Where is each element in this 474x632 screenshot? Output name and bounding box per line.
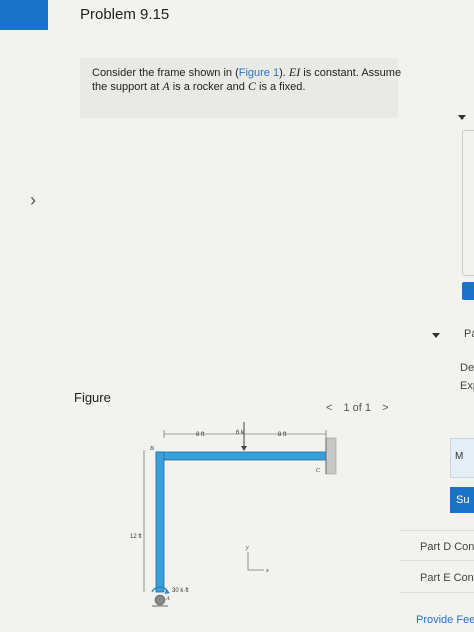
caret-down-icon-2[interactable]: [432, 333, 440, 338]
beam-bc: [155, 451, 327, 461]
submit-button-partial[interactable]: [462, 282, 474, 300]
divider: [400, 530, 474, 531]
support-c-symbol: C: [247, 79, 256, 93]
fixed-support-c: [325, 437, 337, 475]
frame-figure: 6 k 8 ft 8 ft 12 ft B C A 30 k·ft y x: [130, 422, 337, 607]
caret-down-icon[interactable]: [458, 115, 466, 120]
figure-page-indicator: 1 of 1: [343, 402, 372, 414]
node-a-label: A: [165, 596, 170, 602]
axis-x-label: x: [265, 568, 269, 574]
axis-y-label: y: [245, 545, 249, 551]
answer-input-partial[interactable]: M: [450, 438, 474, 478]
column-ab: [155, 451, 165, 593]
answer-input-label: M: [455, 451, 464, 462]
dimension-label-2: 8 ft: [278, 432, 287, 438]
divider-2: [400, 560, 474, 561]
problem-text-5: is a fixed.: [255, 81, 306, 93]
next-figure-button[interactable]: >: [382, 402, 388, 414]
dimension-label-1: 8 ft: [196, 432, 205, 438]
support-a-symbol: A: [162, 79, 170, 93]
prev-figure-button[interactable]: <: [326, 402, 332, 414]
provide-feedback-link[interactable]: Provide Feed: [416, 614, 474, 626]
part-d-heading[interactable]: Part D Con: [420, 541, 474, 553]
rocker-support-a: [154, 594, 166, 606]
divider-3: [400, 592, 474, 593]
problem-text-4: is a rocker and: [169, 81, 248, 93]
determine-text: Det: [460, 362, 474, 374]
figure-link[interactable]: Figure 1: [239, 67, 279, 79]
figure-pager: < 1 of 1 >: [326, 402, 397, 414]
node-c-label: C: [316, 468, 321, 474]
ei-symbol: EI: [288, 65, 301, 79]
problem-text-2: ).: [279, 67, 289, 79]
express-text: Exp: [460, 380, 474, 392]
part-e-heading[interactable]: Part E Con: [420, 572, 474, 584]
sidebar-tab[interactable]: [0, 0, 48, 30]
part-heading[interactable]: Pa: [464, 328, 474, 340]
height-label: 12 ft: [130, 534, 142, 540]
problem-text-1: Consider the frame shown in (: [92, 67, 239, 79]
answer-box-edge[interactable]: [462, 130, 474, 276]
right-panel: Pa Det Exp M Su Part D Con Part E Con Pr…: [400, 0, 474, 632]
load-label: 6 k: [236, 430, 245, 436]
problem-statement: Consider the frame shown in (Figure 1). …: [92, 66, 402, 94]
page-title: Problem 9.15: [80, 6, 170, 23]
chevron-right-icon[interactable]: ›: [30, 190, 36, 211]
submit-button[interactable]: Su: [450, 487, 474, 513]
node-b-label: B: [150, 446, 154, 452]
figure-heading: Figure: [74, 390, 111, 405]
moment-label: 30 k·ft: [172, 588, 189, 594]
